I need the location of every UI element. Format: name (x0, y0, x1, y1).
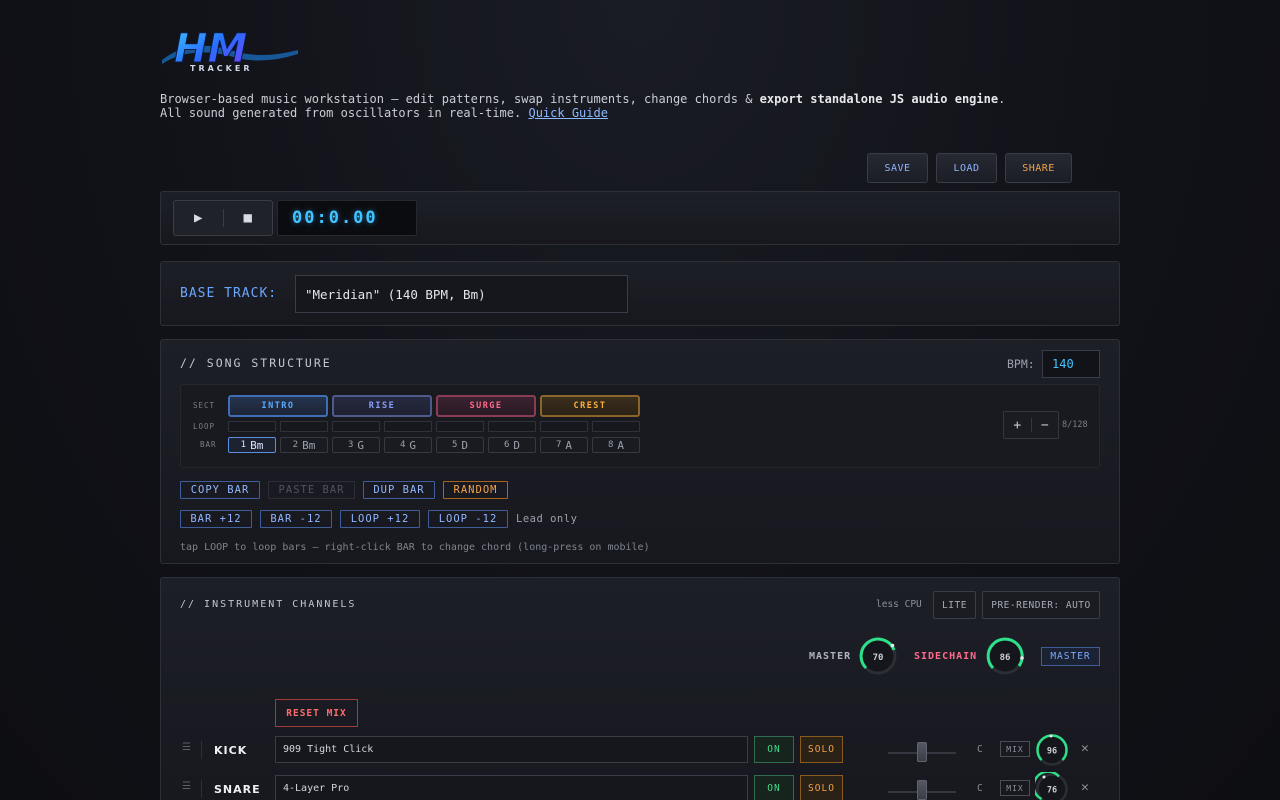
sidechain-label: SIDECHAIN (914, 651, 978, 662)
bar-cell[interactable]: 6D (488, 437, 536, 453)
add-bar-button[interactable]: + (1004, 412, 1031, 438)
base-track-select[interactable]: "Meridian" (140 BPM, Bm) (295, 275, 628, 313)
logo-subtitle: TRACKER (190, 64, 253, 73)
song-hint: tap LOOP to loop bars — right-click BAR … (180, 542, 650, 553)
slider-handle[interactable] (917, 780, 927, 800)
cpu-label: less CPU (876, 599, 922, 610)
time-display: 00:0.00 (277, 200, 417, 236)
instrument-channels-panel (160, 577, 1120, 800)
remove-bar-button[interactable]: − (1032, 412, 1059, 438)
load-button[interactable]: LOAD (936, 153, 997, 183)
drag-handle-icon[interactable]: ☰ (182, 742, 191, 753)
channel-solo-button[interactable]: SOLO (800, 775, 843, 800)
loop-cell[interactable] (384, 421, 432, 432)
divider (201, 780, 202, 798)
channel-solo-button[interactable]: SOLO (800, 736, 843, 763)
master-knob[interactable]: 70 (858, 636, 898, 676)
intro-text: Browser-based music workstation — edit p… (160, 92, 1006, 120)
channel-volume-knob[interactable]: 96 (1035, 733, 1069, 767)
section-surge[interactable]: SURGE (436, 395, 536, 417)
share-button[interactable]: SHARE (1005, 153, 1072, 183)
save-button[interactable]: SAVE (867, 153, 928, 183)
master-label: MASTER (809, 651, 852, 662)
bar-count-stepper: + − (1003, 411, 1059, 439)
bar-down-button[interactable]: BAR -12 (260, 510, 332, 528)
base-track-label: BASE TRACK: (180, 286, 278, 301)
svg-text:70: 70 (873, 653, 884, 663)
bar-cell[interactable]: 3G (332, 437, 380, 453)
loop-cell[interactable] (280, 421, 328, 432)
bar-count: 8/128 (1062, 420, 1088, 430)
bpm-input[interactable]: 140 (1042, 350, 1100, 378)
bar-cell[interactable]: 1 Bm (228, 437, 276, 453)
quick-guide-link[interactable]: Quick Guide (528, 106, 607, 120)
bar-cell[interactable]: 5D (436, 437, 484, 453)
section-rise[interactable]: RISE (332, 395, 432, 417)
divider (201, 741, 202, 759)
pan-value[interactable]: C (977, 744, 983, 755)
prerender-button[interactable]: PRE-RENDER: AUTO (982, 591, 1100, 619)
channel-on-button[interactable]: ON (754, 775, 794, 800)
copy-bar-button[interactable]: COPY BAR (180, 481, 260, 499)
lead-only-toggle[interactable]: Lead only (516, 513, 577, 525)
bar-cell[interactable]: 8A (592, 437, 640, 453)
section-crest[interactable]: CREST (540, 395, 640, 417)
loop-cell[interactable] (332, 421, 380, 432)
loop-cell[interactable] (488, 421, 536, 432)
channel-mix-button[interactable]: MIX (1000, 780, 1030, 796)
master-bus-button[interactable]: MASTER (1041, 647, 1100, 666)
svg-text:86: 86 (1000, 653, 1011, 663)
drag-handle-icon[interactable]: ☰ (182, 781, 191, 792)
slider-handle[interactable] (917, 742, 927, 762)
channel-name: KICK (214, 744, 248, 757)
loop-cell[interactable] (592, 421, 640, 432)
dup-bar-button[interactable]: DUP BAR (363, 481, 435, 499)
lite-button[interactable]: LITE (933, 591, 976, 619)
bar-cell[interactable]: 7A (540, 437, 588, 453)
bar-cell[interactable]: 2 Bm (280, 437, 328, 453)
stop-icon[interactable]: ■ (224, 201, 273, 235)
loop-row-label: LOOP (193, 422, 216, 431)
remove-channel-icon[interactable]: ✕ (1081, 780, 1089, 795)
channel-on-button[interactable]: ON (754, 736, 794, 763)
instrument-channels-title: // INSTRUMENT CHANNELS (180, 599, 357, 610)
play-icon[interactable]: ▶ (174, 201, 223, 235)
loop-up-button[interactable]: LOOP +12 (340, 510, 420, 528)
svg-text:96: 96 (1047, 747, 1057, 757)
bpm-label: BPM: (1007, 357, 1035, 371)
loop-cell[interactable] (436, 421, 484, 432)
paste-bar-button[interactable]: PASTE BAR (268, 481, 355, 499)
sidechain-knob[interactable]: 86 (985, 636, 1025, 676)
bar-cell[interactable]: 4G (384, 437, 432, 453)
loop-down-button[interactable]: LOOP -12 (428, 510, 508, 528)
channel-name: SNARE (214, 783, 261, 796)
sect-row-label: SECT (193, 401, 216, 410)
loop-cell[interactable] (228, 421, 276, 432)
svg-text:76: 76 (1047, 786, 1057, 796)
instrument-preset-select[interactable]: 909 Tight Click (275, 736, 748, 763)
song-structure-title: // SONG STRUCTURE (180, 356, 332, 370)
loop-cell[interactable] (540, 421, 588, 432)
bar-up-button[interactable]: BAR +12 (180, 510, 252, 528)
instrument-preset-select[interactable]: 4-Layer Pro (275, 775, 748, 800)
channel-mix-button[interactable]: MIX (1000, 741, 1030, 757)
reset-mix-button[interactable]: RESET MIX (275, 699, 358, 727)
section-intro[interactable]: INTRO (228, 395, 328, 417)
pan-value[interactable]: C (977, 783, 983, 794)
random-button[interactable]: RANDOM (443, 481, 508, 499)
channel-volume-knob[interactable]: 76 (1035, 772, 1069, 800)
bar-row-label: BAR (200, 440, 217, 449)
remove-channel-icon[interactable]: ✕ (1081, 741, 1089, 756)
transport-buttons: ▶ ■ (173, 200, 273, 236)
